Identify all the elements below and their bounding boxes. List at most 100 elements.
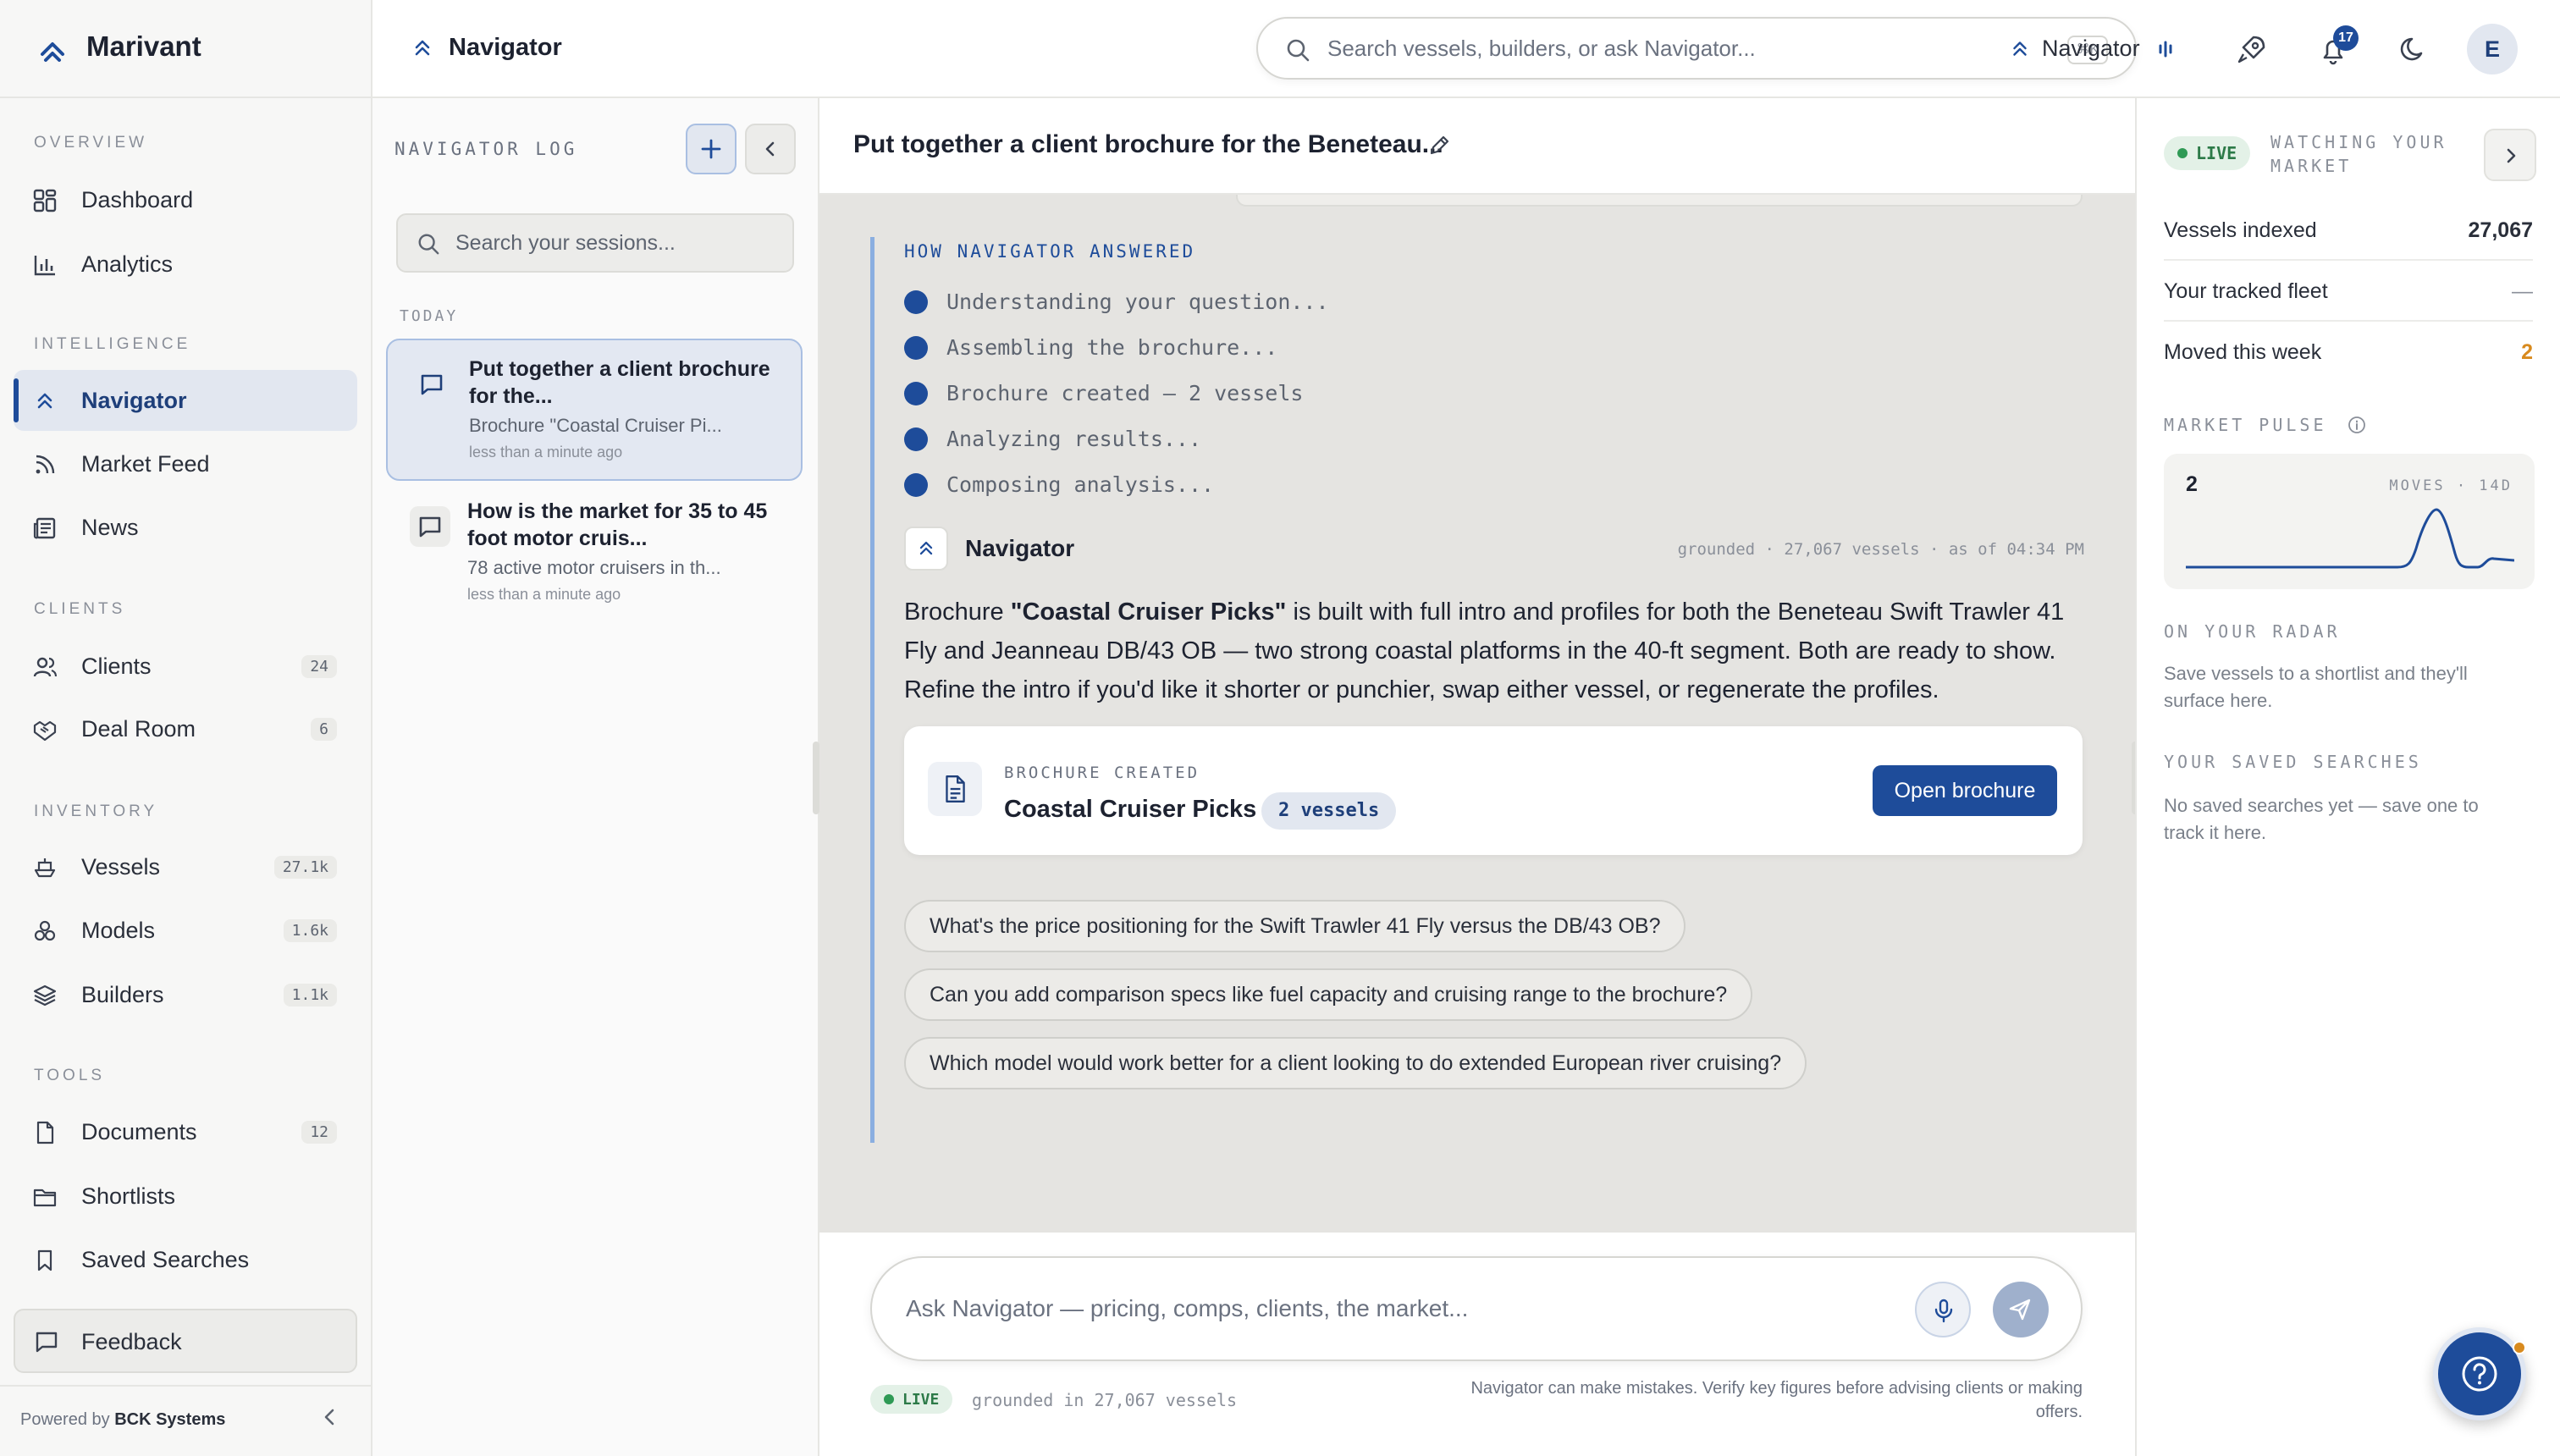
rss-icon <box>36 455 55 474</box>
stat-value: — <box>2512 279 2533 303</box>
chevron-right-icon <box>2507 148 2516 163</box>
step-dot <box>904 427 928 451</box>
voice-input-button[interactable] <box>1915 1282 1971 1337</box>
session-search-input[interactable]: Search your sessions... <box>455 231 676 256</box>
newspaper-icon <box>33 517 56 539</box>
session-subtitle: Brochure "Coastal Cruiser Pi... <box>469 415 722 436</box>
live-dot <box>884 1394 894 1404</box>
market-pulse-card: 2 MOVES · 14D <box>2164 454 2535 589</box>
global-search[interactable]: Search vessels, builders, or ask Navigat… <box>1256 17 2137 80</box>
sidebar-item-models[interactable]: Models 1.6k <box>14 900 357 961</box>
feedback-label: Feedback <box>81 1329 182 1354</box>
grounded-text: grounded in 27,067 vessels <box>972 1390 1238 1410</box>
new-session-button[interactable] <box>686 124 737 174</box>
suggestion-chip[interactable]: Which model would work better for a clie… <box>904 1037 1807 1089</box>
on-radar-label: ON YOUR RADAR <box>2164 621 2341 642</box>
pencil-icon[interactable] <box>1427 134 1451 157</box>
message-square-icon <box>36 1332 58 1353</box>
navigator-status-button[interactable]: Navigator <box>2008 30 2177 68</box>
collapse-sidebar-icon[interactable] <box>315 1402 345 1432</box>
sidebar-item-dashboard[interactable]: Dashboard <box>14 169 357 230</box>
pulse-caption: MOVES · 14D <box>2389 477 2513 494</box>
step-dot <box>904 381 928 405</box>
composer[interactable]: Ask Navigator — pricing, comps, clients,… <box>870 1256 2083 1361</box>
log-title: NAVIGATOR LOG <box>394 139 578 159</box>
suggestion-chip[interactable]: What's the price positioning for the Swi… <box>904 900 1686 952</box>
sidebar: Marivant OVERVIEW Dashboard Analytics IN… <box>0 0 372 1456</box>
stat-label: Moved this week <box>2164 340 2322 364</box>
reasoning-step: Understanding your question... <box>904 290 1329 314</box>
notifications-button[interactable]: 17 <box>2316 25 2359 68</box>
top-bar: Navigator Search vessels, builders, or a… <box>372 0 2560 98</box>
chat-title[interactable]: Put together a client brochure for the B… <box>853 130 1443 159</box>
search-icon <box>1287 39 1310 62</box>
moon-icon[interactable] <box>2397 32 2431 66</box>
live-label: LIVE <box>902 1390 940 1409</box>
search-input[interactable]: Search vessels, builders, or ask Navigat… <box>1327 36 1756 62</box>
navigator-avatar <box>904 527 948 571</box>
step-dot <box>904 472 928 497</box>
sidebar-item-label: Clients <box>81 653 152 679</box>
market-pulse-text: MARKET PULSE <box>2164 415 2327 435</box>
brochure-name: Coastal Cruiser Picks <box>1004 796 1257 823</box>
expand-panel-button[interactable] <box>2484 129 2536 181</box>
stat-value: 2 <box>2521 340 2533 364</box>
sidebar-item-market-feed[interactable]: Market Feed <box>14 433 357 494</box>
navigator-log-panel: NAVIGATOR LOG Search your sessions... TO… <box>372 98 819 1456</box>
section-overview: OVERVIEW <box>34 134 148 152</box>
sidebar-item-builders[interactable]: Builders 1.1k <box>14 964 357 1025</box>
brochure-card: BROCHURE CREATED Coastal Cruiser Picks 2… <box>904 726 2083 855</box>
sidebar-item-analytics[interactable]: Analytics <box>14 234 357 295</box>
answer-text-pre: Brochure <box>904 598 1011 626</box>
sidebar-item-saved-searches[interactable]: Saved Searches <box>14 1229 357 1290</box>
composer-input[interactable]: Ask Navigator — pricing, comps, clients,… <box>906 1295 1468 1322</box>
stat-value: 27,067 <box>2468 218 2533 242</box>
open-brochure-button[interactable]: Open brochure <box>1873 765 2057 816</box>
reasoning-step: Composing analysis... <box>904 472 1214 497</box>
stat-vessels-indexed: Vessels indexed 27,067 <box>2164 200 2533 261</box>
microphone-icon <box>1934 1299 1953 1323</box>
sidebar-item-label: Builders <box>81 981 164 1007</box>
sidebar-item-vessels[interactable]: Vessels 27.1k <box>14 836 357 897</box>
sidebar-item-label: Market Feed <box>81 450 210 477</box>
info-icon[interactable] <box>2348 416 2366 434</box>
sidebar-item-count: 1.1k <box>283 983 337 1007</box>
sidebar-item-label: News <box>81 514 139 540</box>
session-card[interactable]: Put together a client brochure for the..… <box>386 339 803 481</box>
help-button[interactable] <box>2433 1327 2526 1420</box>
session-title: Put together a client brochure for the..… <box>469 357 770 408</box>
sidebar-item-count: 1.6k <box>283 918 337 942</box>
sidebar-item-clients[interactable]: Clients 24 <box>14 636 357 697</box>
sidebar-item-navigator[interactable]: Navigator <box>14 370 357 431</box>
feedback-button[interactable]: Feedback <box>14 1309 357 1373</box>
step-text: Assembling the brochure... <box>946 335 1278 360</box>
chevron-left-icon <box>765 141 775 157</box>
sidebar-item-news[interactable]: News <box>14 497 357 558</box>
rocket-icon[interactable] <box>2235 32 2269 66</box>
answer-rail <box>870 237 874 1143</box>
bookmark-icon <box>37 1249 52 1271</box>
section-inventory: INVENTORY <box>34 802 158 820</box>
how-answered-label: HOW NAVIGATOR ANSWERED <box>904 241 1196 262</box>
dashboard-icon <box>33 189 57 212</box>
session-title: How is the market for 35 to 45 foot moto… <box>467 499 768 550</box>
session-card[interactable]: How is the market for 35 to 45 foot moto… <box>386 483 803 625</box>
send-button[interactable] <box>1993 1282 2049 1337</box>
sidebar-item-deal-room[interactable]: Deal Room 6 <box>14 698 357 759</box>
sidebar-item-shortlists[interactable]: Shortlists <box>14 1166 357 1227</box>
sidebar-item-label: Dashboard <box>81 186 194 212</box>
document-icon <box>36 1121 54 1144</box>
answer-brochure-name: "Coastal Cruiser Picks" <box>1010 598 1287 626</box>
message-square-icon <box>410 506 450 547</box>
sidebar-divider <box>0 1385 372 1387</box>
user-avatar[interactable]: E <box>2467 24 2518 74</box>
suggestion-chip[interactable]: Can you add comparison specs like fuel c… <box>904 968 1753 1021</box>
resize-handle-left[interactable] <box>813 742 819 814</box>
sidebar-item-documents[interactable]: Documents 12 <box>14 1101 357 1162</box>
saved-searches-label: YOUR SAVED SEARCHES <box>2164 752 2422 772</box>
brand-name[interactable]: Marivant <box>86 30 201 63</box>
navigator-chevrons-icon <box>415 40 430 56</box>
pulse-value: 2 <box>2186 472 2198 496</box>
collapse-log-button[interactable] <box>745 124 796 174</box>
session-search[interactable]: Search your sessions... <box>396 213 794 273</box>
